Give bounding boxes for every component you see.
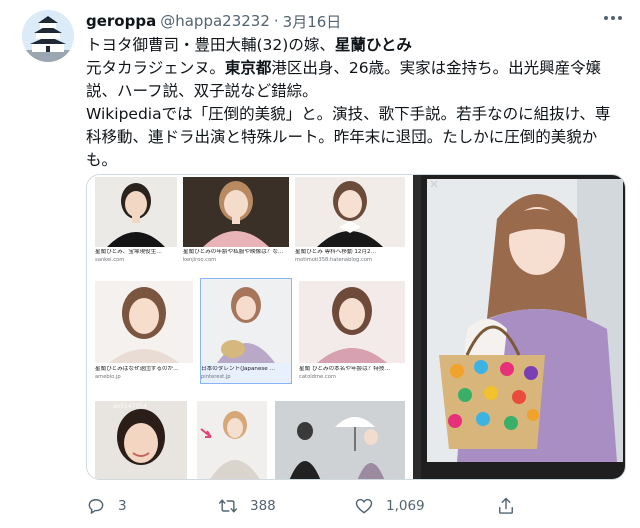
tweet-line-6: も。 (86, 151, 118, 169)
share-icon (496, 496, 516, 516)
preview-photo (427, 179, 623, 462)
retweet-icon (218, 496, 238, 516)
text-highlight-place: 東京都 (224, 59, 272, 77)
result-thumbnail (299, 281, 405, 363)
retweet-button[interactable]: 388 (218, 492, 276, 520)
tweet-actions: 3 388 1,069 (86, 492, 626, 520)
tweet-line-4: Wikipediaでは「圧倒的美貌」と。演技、歌下手説。若手なのに組抜け、専 (86, 105, 611, 123)
result-source: motimoti358.hatenablog.com (295, 257, 373, 263)
result-caption: 星蘭ひとみの年齢や私服や映像は？な… (183, 249, 284, 255)
display-name[interactable]: geroppa (86, 12, 156, 30)
result-caption: 日本のタレント(Japanese … (201, 366, 276, 372)
result-source: kenjiroo.com (183, 257, 217, 263)
result-thumbnail (95, 177, 177, 247)
result-caption: 星蘭 ひとみの本名や年齢は？特技… (299, 366, 391, 372)
attached-image[interactable]: 星蘭ひとみ、宝塚現役生… sankei.com 星蘭ひとみの年齢や私服や映像は？… (86, 174, 626, 480)
text-segment: 港区出身、26歳。実家は金持ち。出光興産令嬢 (271, 59, 602, 77)
tweet-date[interactable]: 3月16日 (283, 11, 342, 32)
tweet: geroppa @happa23232 · 3月16日 トヨタ御曹司・豊田大輔(… (0, 0, 640, 528)
tweet-line-3: 説、ハーフ説、双子説など錯綜。 (86, 82, 318, 100)
like-count: 1,069 (386, 498, 425, 514)
result-thumbnail (197, 401, 267, 479)
image-result[interactable] (275, 401, 405, 479)
tweet-text: トヨタ御曹司・豊田大輔(32)の嫁、星蘭ひとみ 元タカラジェンヌ。東京都港区出身… (86, 34, 632, 172)
result-thumbnail (201, 279, 291, 363)
heart-icon (354, 496, 374, 516)
user-handle[interactable]: @happa23232 (160, 12, 270, 30)
tweet-line-1: トヨタ御曹司・豊田大輔(32)の嫁、星蘭ひとみ (86, 34, 632, 57)
image-result[interactable] (197, 401, 267, 479)
tweet-line-2: 元タカラジェンヌ。東京都港区出身、26歳。実家は金持ち。出光興産令嬢 (86, 57, 632, 80)
image-result[interactable]: 星蘭 ひとみの本名や年齢は？特技… catoldme.com (299, 281, 405, 381)
result-thumbnail (295, 177, 405, 247)
reply-button[interactable]: 3 (86, 492, 127, 520)
result-caption: 星蘭ひとみ、宝塚現役生… (95, 249, 162, 255)
text-segment: 元タカラジェンヌ。 (86, 59, 225, 77)
image-result[interactable]: 星蘭ひとみはなぜ退団するのか… ameblo.jp (95, 281, 193, 381)
castle-avatar-image (22, 10, 74, 62)
result-source: ameblo.jp (95, 374, 121, 380)
result-caption: 星蘭ひとみはなぜ退団するのか… (95, 366, 179, 372)
share-button[interactable] (496, 492, 516, 520)
tweet-header: geroppa @happa23232 · 3月16日 (86, 9, 341, 33)
tweet-line-5: 科移動、連ドラ出演と特殊ルート。昨年末に退団。たしかに圧倒的美貌か (86, 128, 598, 146)
text-highlight-name: 星蘭ひとみ (334, 36, 412, 54)
text-segment: トヨタ御曹司・豊田大輔(32)の嫁、 (86, 36, 335, 54)
image-result-selected[interactable]: 日本のタレント(Japanese … pinterest.jp (200, 278, 292, 384)
result-source: pinterest.jp (201, 374, 231, 380)
image-result[interactable]: 星蘭ひとみ 専科へ移動 12月2… motimoti358.hatenablog… (295, 177, 405, 271)
image-result[interactable]: av5147054 (95, 401, 187, 479)
image-result[interactable]: 星蘭ひとみ、宝塚現役生… sankei.com (95, 177, 177, 271)
result-thumbnail (275, 401, 405, 479)
image-result[interactable]: 星蘭ひとみの年齢や私服や映像は？な… kenjiroo.com (183, 177, 289, 271)
separator-dot: · (273, 12, 279, 30)
result-caption: 星蘭ひとみ 専科へ移動 12月2… (295, 249, 377, 255)
close-icon[interactable] (429, 179, 439, 189)
result-thumbnail (95, 281, 193, 363)
image-preview-panel (421, 175, 625, 479)
watermark-text: av5147054 (113, 403, 147, 410)
like-button[interactable]: 1,069 (354, 492, 425, 520)
panel-divider (413, 175, 421, 479)
reply-count: 3 (118, 498, 127, 514)
more-dots-icon[interactable] (601, 10, 625, 26)
avatar[interactable] (22, 10, 74, 62)
retweet-count: 388 (250, 498, 276, 514)
result-source: sankei.com (95, 257, 125, 263)
result-thumbnail (183, 177, 289, 247)
result-thumbnail: av5147054 (95, 401, 187, 479)
image-search-grid: 星蘭ひとみ、宝塚現役生… sankei.com 星蘭ひとみの年齢や私服や映像は？… (87, 175, 413, 479)
result-source: catoldme.com (299, 374, 336, 380)
reply-icon (86, 496, 106, 516)
